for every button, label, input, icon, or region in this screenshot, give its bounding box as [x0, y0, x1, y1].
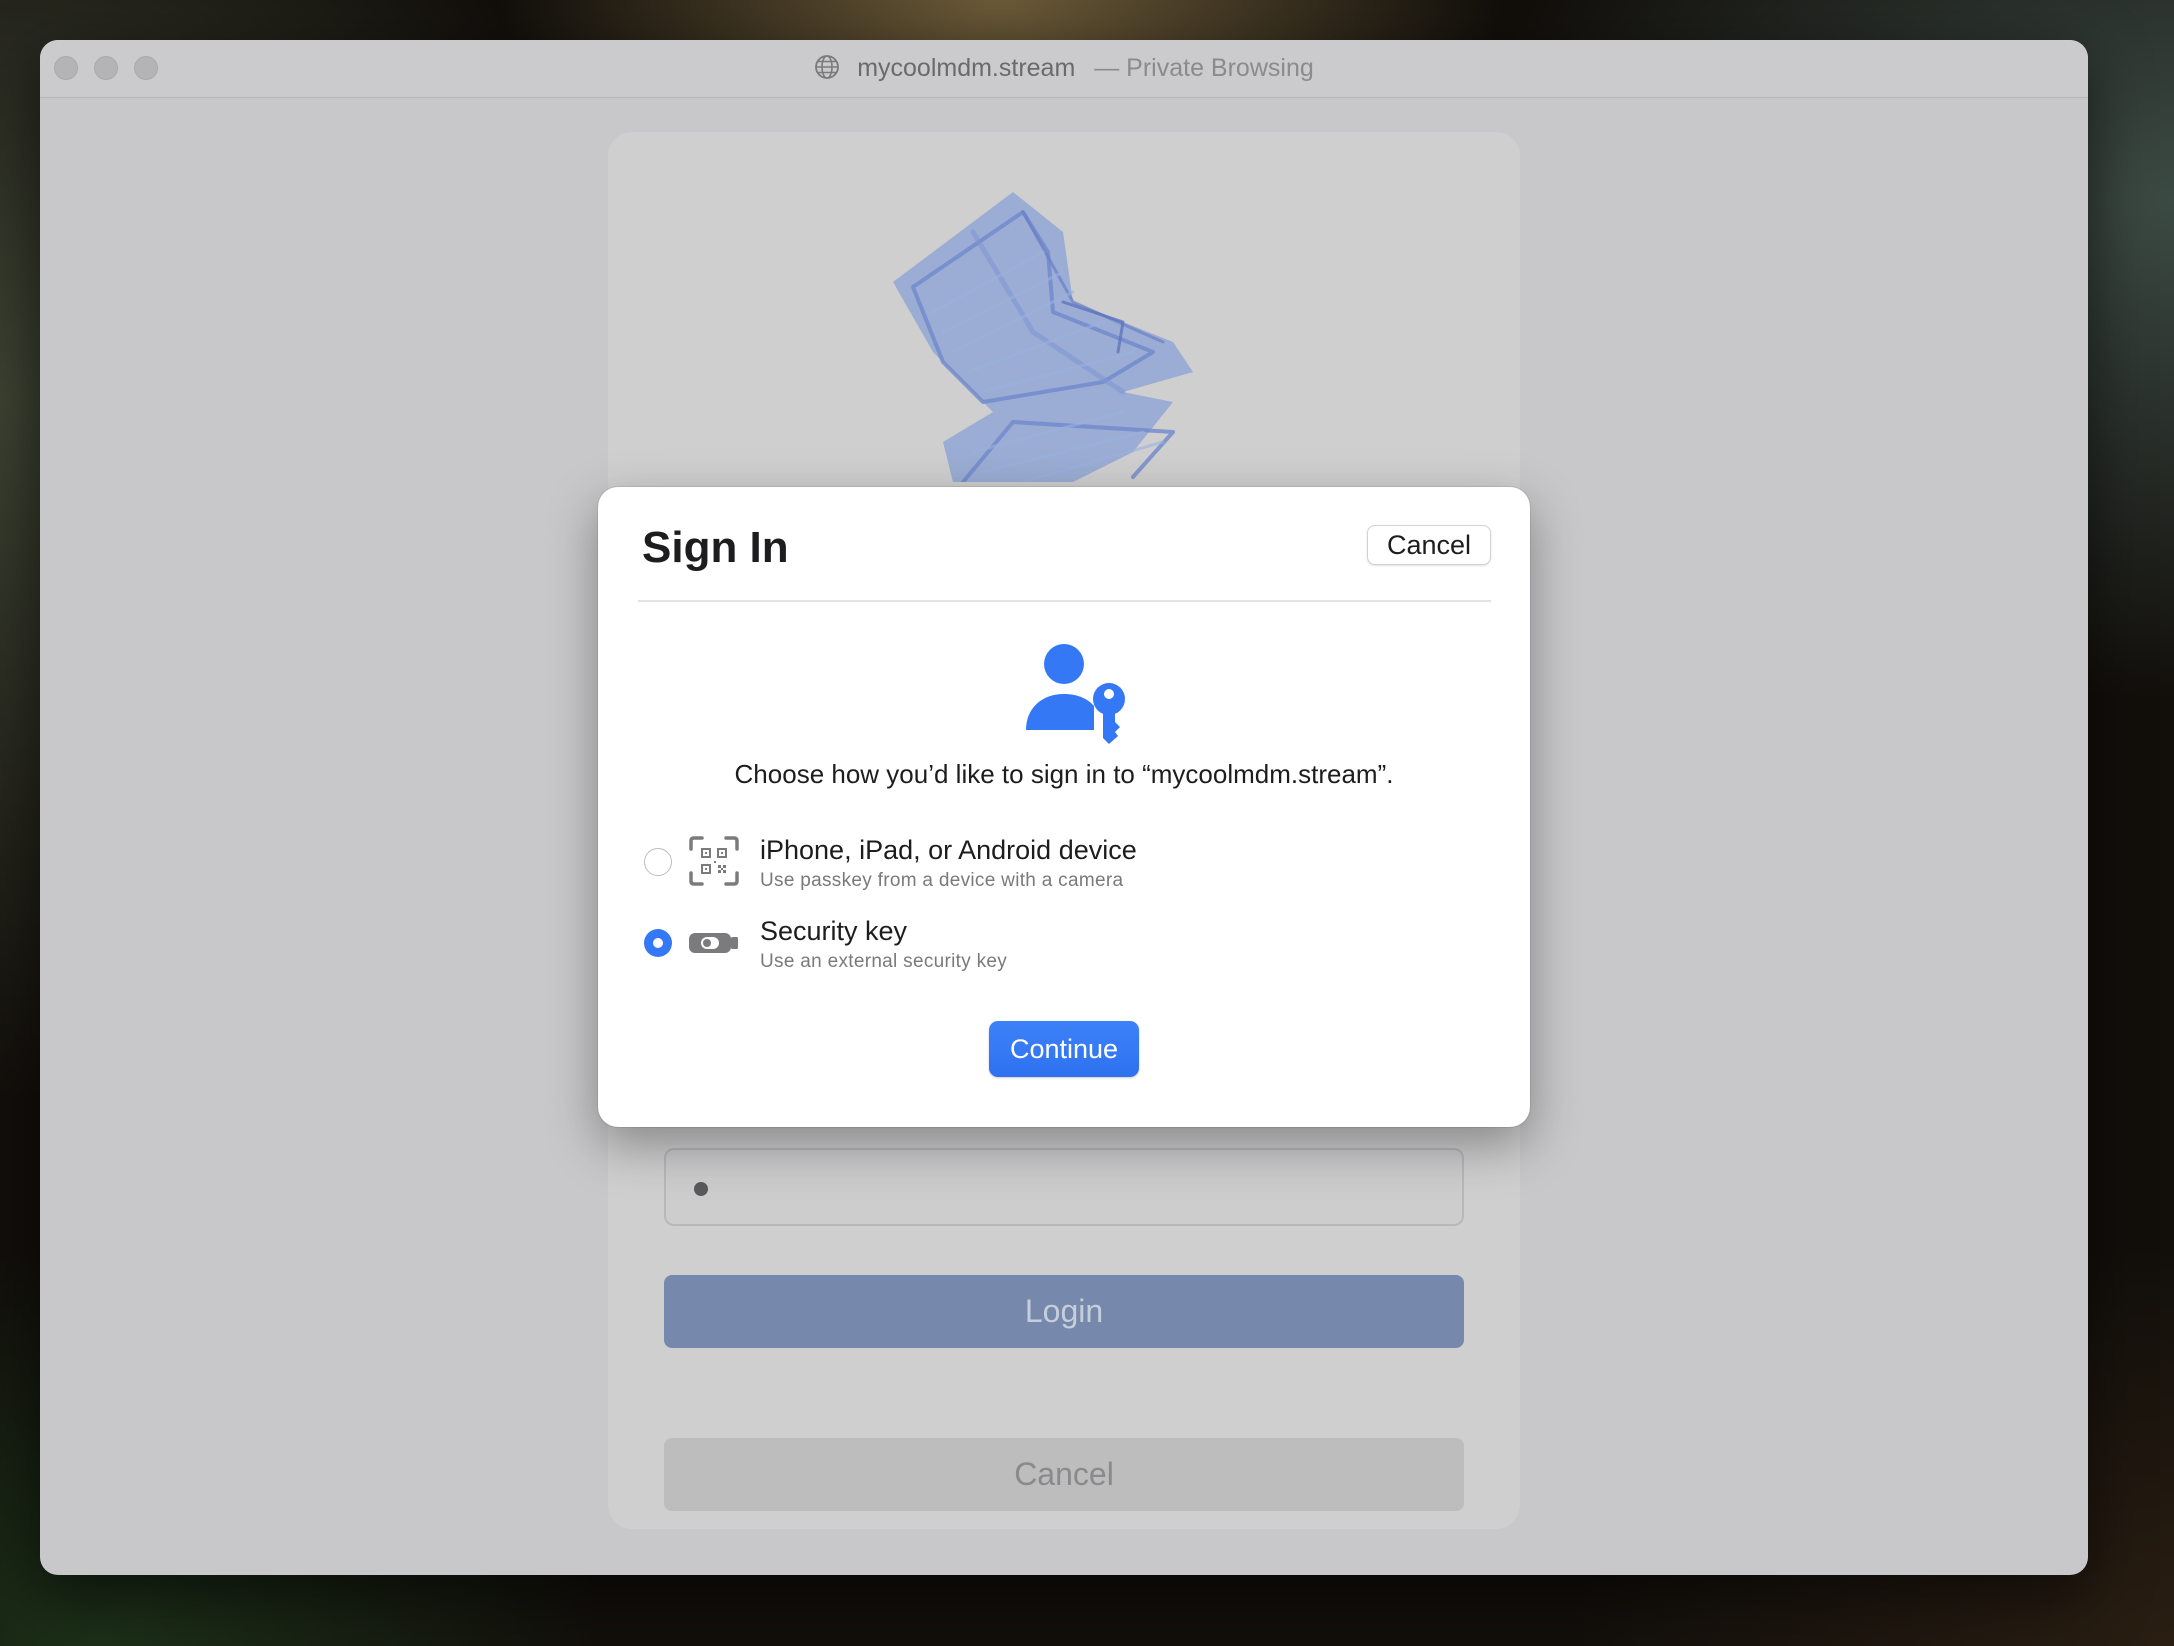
option-security-key-sublabel: Use an external security key	[760, 951, 1008, 972]
page-cancel-button[interactable]: Cancel	[664, 1438, 1464, 1511]
dialog-title: Sign In	[642, 523, 789, 572]
sign-in-dialog: Sign In Cancel Choose how you’d like to …	[598, 487, 1530, 1127]
logo-sketch-image	[893, 192, 1193, 482]
password-field[interactable]	[664, 1148, 1464, 1226]
security-key-icon	[689, 933, 738, 953]
title-bar: mycoolmdm.stream — Private Browsing	[40, 40, 2088, 98]
option-security-key[interactable]: Security key Use an external security ke…	[644, 916, 1244, 976]
person-key-icon	[1026, 644, 1125, 744]
title-private-suffix: — Private Browsing	[1094, 54, 1314, 82]
window-title: mycoolmdm.stream — Private Browsing	[40, 54, 2088, 87]
globe-icon	[814, 54, 840, 87]
continue-button[interactable]: Continue	[989, 1021, 1139, 1077]
option-phone-label: iPhone, iPad, or Android device	[760, 835, 1137, 865]
dialog-prompt: Choose how you’d like to sign in to “myc…	[734, 759, 1394, 789]
option-phone-device[interactable]: iPhone, iPad, or Android device Use pass…	[644, 835, 1244, 895]
radio-phone-device[interactable]	[644, 848, 672, 876]
dialog-cancel-button[interactable]: Cancel	[1367, 525, 1491, 565]
login-button[interactable]: Login	[664, 1275, 1464, 1348]
title-host: mycoolmdm.stream	[857, 54, 1076, 82]
dialog-divider	[638, 600, 1491, 602]
qr-code-scan-icon	[689, 836, 739, 886]
option-security-key-label: Security key	[760, 916, 908, 946]
radio-security-key[interactable]	[644, 929, 672, 957]
password-mask-dot	[694, 1182, 708, 1196]
option-phone-sublabel: Use passkey from a device with a camera	[760, 870, 1124, 891]
